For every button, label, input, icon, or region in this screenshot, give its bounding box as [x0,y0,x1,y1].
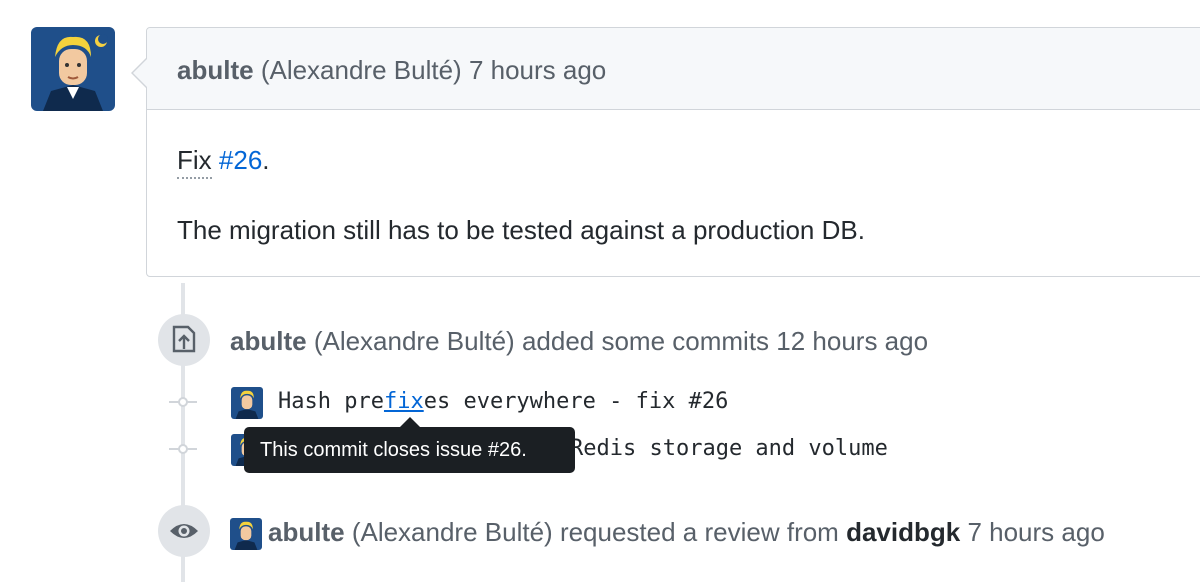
commit-node-icon [169,396,197,408]
tooltip: This commit closes issue #26. [244,427,575,473]
event-timestamp[interactable]: 12 hours ago [776,326,928,356]
avatar[interactable] [31,27,115,111]
comment-header: abulte (Alexandre Bulté) 7 hours ago [147,28,1200,110]
reviewer-link[interactable]: davidbgk [846,517,960,547]
fix-keyword-link[interactable]: fix [384,389,424,414]
comment-box: abulte (Alexandre Bulté) 7 hours ago Fix… [131,27,1200,277]
commit-message[interactable]: Hash prefixes everywhere - fix #26 [278,389,728,414]
tooltip-arrow [400,417,420,427]
comment-line-2: The migration still has to be tested aga… [177,215,865,245]
event-author-link[interactable]: abulte [268,517,345,547]
comment-author-link[interactable]: abulte [177,55,254,85]
commit-message[interactable]: Redis storage and volume [570,436,888,461]
commits-event: abulte (Alexandre Bulté) added some comm… [230,326,929,356]
comment-author-fullname: (Alexandre Bulté) [260,55,462,85]
avatar[interactable] [230,518,262,550]
comment-timestamp[interactable]: 7 hours ago [469,55,606,85]
eye-icon [158,505,210,557]
fix-keyword[interactable]: Fix [177,145,212,179]
issue-link[interactable]: #26 [219,145,262,175]
event-timestamp[interactable]: 7 hours ago [967,517,1104,547]
event-author-link[interactable]: abulte [230,326,307,356]
commit-push-icon [158,314,210,366]
avatar[interactable] [231,387,263,419]
commit-node-icon [169,443,197,455]
review-event: abulte (Alexandre Bulté) requested a rev… [268,517,1105,547]
comment-line-1: Fix #26. [177,145,270,179]
